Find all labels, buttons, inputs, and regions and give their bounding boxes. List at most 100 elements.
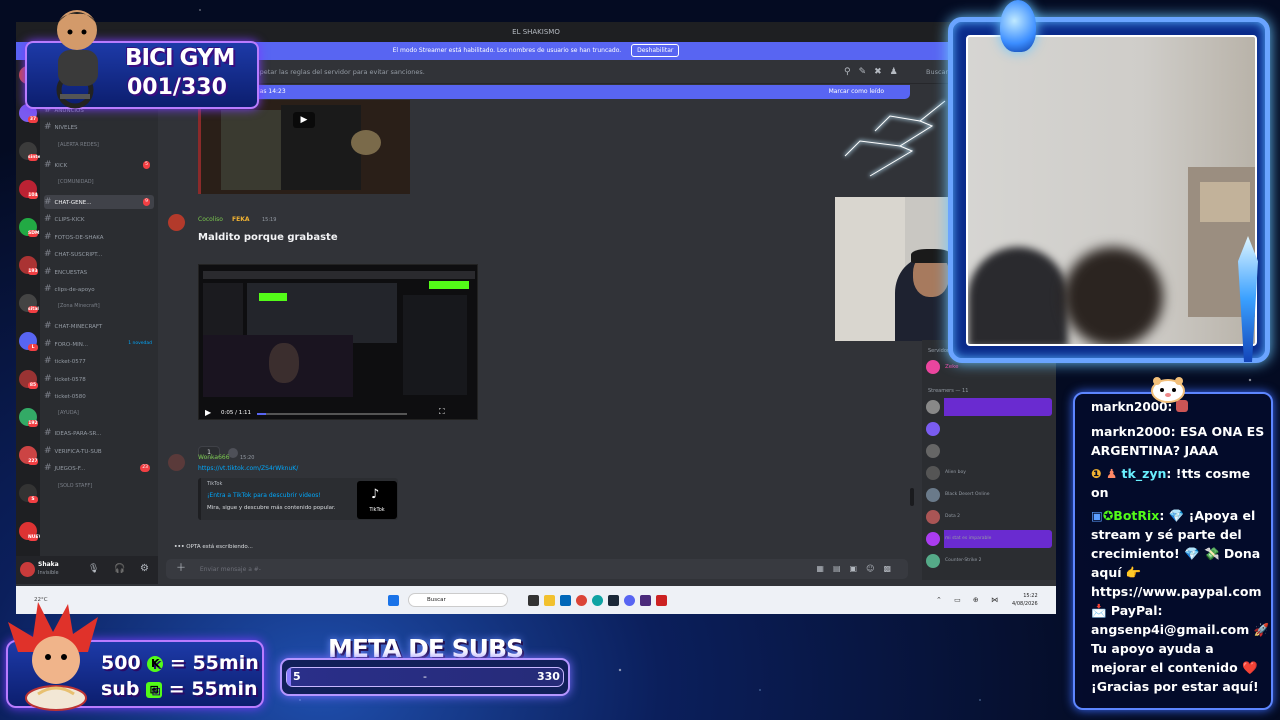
taskbar-search[interactable]: Buscar [408, 593, 508, 607]
channel-item[interactable]: # ticket-0580 [44, 389, 154, 403]
member-item[interactable]: mi stat es imparable [926, 530, 1052, 548]
typing-indicator: ••• OPTA está escribiendo... [174, 544, 253, 550]
channel-item[interactable]: # CHAT-SUSCRIPT... [44, 247, 154, 261]
discord-icon[interactable] [624, 595, 635, 606]
video-progress-bar[interactable] [257, 413, 407, 415]
message-wonka: Wonka666 15:20 https://vt.tiktok.com/ZS4… [168, 454, 568, 534]
webcam-feed [966, 35, 1257, 346]
chat-message: ▣✪BotRix: 💎 ¡Apoya el stream y sé parte … [1091, 508, 1270, 694]
file-explorer-icon[interactable] [544, 595, 555, 606]
member-item[interactable] [926, 420, 1052, 438]
channel-category[interactable]: [ALERTA REDES] [44, 138, 154, 152]
channel-item[interactable]: # clips-de-apoyo [44, 282, 154, 296]
tiktok-logo: ♪ TikTok [357, 481, 397, 519]
member-activity: Counter-Strike 2 [945, 558, 982, 563]
channel-label: FOTOS-DE-SHAKA [54, 234, 104, 241]
video-thumbnail[interactable]: ▶ [198, 100, 410, 194]
avatar [926, 554, 940, 568]
member-list: Servidor Zeke Streamers — 11 Alien boy Bl… [922, 340, 1056, 580]
window-title: EL SHAKISMO [512, 28, 560, 36]
server-badge: S [28, 496, 38, 503]
channel-item[interactable]: # CHAT-GENE... 9 [44, 195, 154, 209]
message-time: 15:20 [240, 455, 255, 461]
message-author[interactable]: Wonka666 [198, 454, 230, 461]
hamster-icon [1151, 377, 1185, 403]
channel-label: ENCUESTAS [54, 269, 88, 276]
clock[interactable]: 15:22 4/08/2026 [1012, 592, 1038, 608]
gear-icon[interactable]: ⚙ [140, 563, 149, 574]
obs-icon[interactable] [656, 595, 667, 606]
disable-streamer-button[interactable]: Deshabilitar [631, 44, 680, 57]
member-item[interactable]: Dota 2 [926, 508, 1052, 526]
subs-goal-fill [287, 668, 292, 686]
tray-icons[interactable]: ⌃ ▭ ⊕ ⋈ [936, 586, 1003, 614]
play-icon[interactable]: ▶ [205, 408, 211, 417]
task-view-icon[interactable] [528, 595, 539, 606]
member-item[interactable]: Alien boy [926, 464, 1052, 482]
member-item[interactable] [926, 398, 1052, 416]
server-badge: 227 [28, 458, 38, 465]
channel-item[interactable]: # KICK 5 [44, 158, 154, 172]
channel-item[interactable]: # CHAT-MINECRAFT [44, 319, 154, 333]
start-icon[interactable] [388, 595, 399, 606]
headphones-icon[interactable]: 🎧 [114, 564, 125, 574]
microphone-icon[interactable]: 🎙 [88, 564, 99, 574]
hash-icon: # [44, 249, 52, 260]
channel-category[interactable]: [AYUDA] [44, 406, 154, 420]
channel-label: IDEAS-PARA-SR... [54, 431, 102, 438]
chrome-icon[interactable] [576, 595, 587, 606]
composer-icons[interactable]: ▦▤▣☺▩ [816, 559, 900, 579]
edge-icon[interactable] [592, 595, 603, 606]
search-input[interactable]: Buscar [926, 60, 948, 84]
steam-icon[interactable] [608, 595, 619, 606]
avatar [926, 444, 940, 458]
channel-item[interactable]: # ticket-0578 [44, 372, 154, 386]
channel-category[interactable]: [SOLO STAFF] [44, 479, 154, 493]
embed-title[interactable]: ¡Entra a TikTok para descubrir videos! [207, 492, 321, 499]
channel-item[interactable]: # IDEAS-PARA-SR... [44, 426, 154, 440]
hash-icon: # [44, 197, 52, 207]
channel-item[interactable]: # FORO-MIN... 1 novedad [44, 337, 154, 351]
avatar[interactable] [168, 454, 185, 471]
member-item[interactable]: Counter-Strike 2 [926, 552, 1052, 570]
channel-item[interactable]: # JUEGOS-F... 23 [44, 461, 154, 475]
composer-placeholder: Enviar mensaje a #- [199, 566, 261, 573]
header-icons[interactable]: ⚲✎✖♟ [844, 60, 906, 84]
embed-site: TikTok [207, 481, 223, 487]
sub-rate: sub ⊞ = 55min [101, 678, 258, 700]
channel-label: [SOLO STAFF] [58, 482, 93, 489]
play-icon[interactable]: ▶ [293, 112, 315, 128]
fullscreen-icon[interactable]: ⛶ [439, 407, 445, 417]
channel-category[interactable]: [COMUNIDAD] [44, 175, 154, 189]
avatar[interactable] [20, 562, 35, 577]
store-icon[interactable] [560, 595, 571, 606]
subs-current: 5 [293, 670, 301, 683]
server-badge: 192 [28, 420, 38, 427]
avatar [926, 510, 940, 524]
message-link[interactable]: https://vt.tiktok.com/ZS4rWknuK/ [198, 465, 298, 472]
channel-item[interactable]: # VERIFICA-TU-SUB [44, 444, 154, 458]
scrollbar[interactable] [910, 488, 914, 506]
avatar[interactable] [168, 214, 185, 231]
video-timestamp: 0:05 / 1:11 [221, 410, 252, 416]
members-header: Servidor [928, 348, 949, 354]
channel-item[interactable]: # ticket-0577 [44, 354, 154, 368]
hash-icon: # [44, 445, 52, 456]
new-messages-bar[interactable]: las 14:23 Marcar como leído [246, 85, 910, 99]
hash-icon: # [44, 159, 52, 170]
channel-item[interactable]: # NIVELES [44, 120, 154, 134]
member-item[interactable] [926, 442, 1052, 460]
message-author[interactable]: Cocoliso [198, 216, 223, 223]
server-badge: L [28, 344, 38, 351]
hash-icon: # [44, 373, 52, 384]
channel-item[interactable]: # CLIPS-KICK [44, 212, 154, 226]
channel-category[interactable]: [Zona Minecraft] [44, 299, 154, 313]
message-composer[interactable]: ＋ Enviar mensaje a #- ▦▤▣☺▩ [166, 559, 908, 579]
title-bar: EL SHAKISMO [16, 22, 1056, 42]
channel-item[interactable]: # ENCUESTAS [44, 265, 154, 279]
channel-item[interactable]: # FOTOS-DE-SHAKA [44, 230, 154, 244]
app-icon[interactable] [640, 595, 651, 606]
subs-separator: - [423, 670, 427, 683]
member-item[interactable]: Black Desert Online [926, 486, 1052, 504]
video-embed[interactable]: ▶ 0:05 / 1:11 ⛶ [198, 264, 478, 420]
